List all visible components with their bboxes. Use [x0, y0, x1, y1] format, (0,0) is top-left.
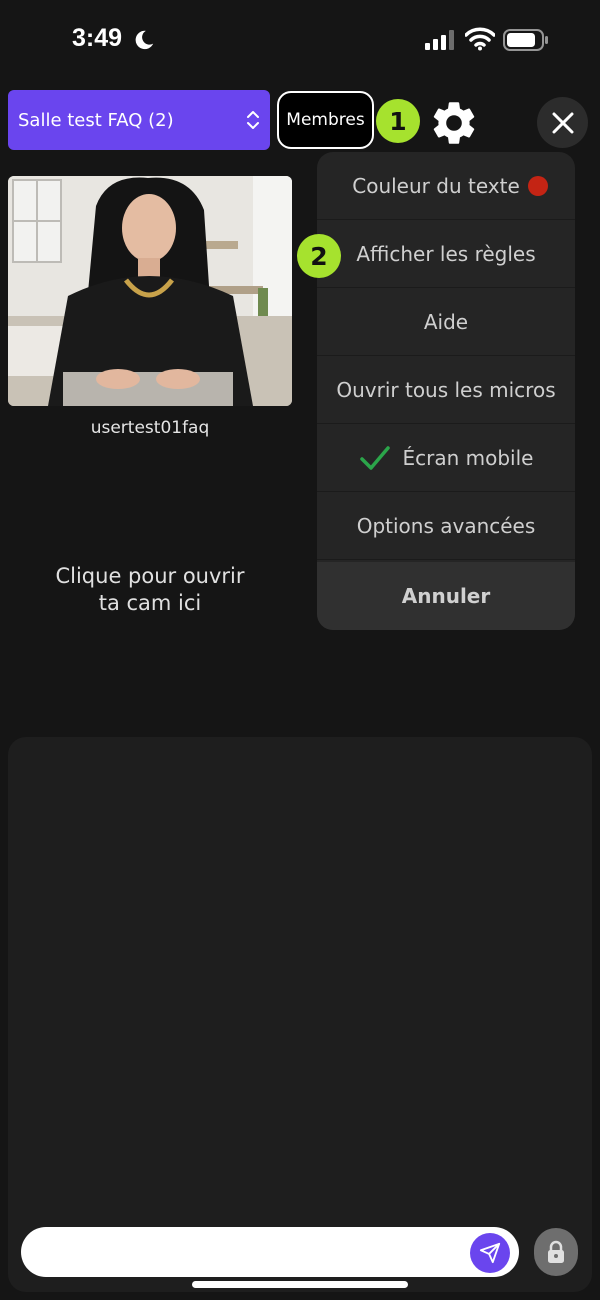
cam-prompt-line-1: Clique pour ouvrir [55, 564, 245, 588]
room-selector[interactable]: Salle test FAQ (2) [8, 90, 270, 150]
close-icon [552, 112, 573, 133]
gear-icon[interactable] [428, 97, 480, 149]
menu-item-label: Ouvrir tous les micros [336, 377, 556, 402]
menu-item-label: Écran mobile [402, 445, 534, 470]
battery-icon [503, 29, 548, 51]
cancel-button[interactable]: Annuler [317, 562, 575, 630]
home-indicator [192, 1281, 408, 1288]
menu-item-label: Afficher les règles [356, 241, 536, 266]
video-username: usertest01faq [90, 418, 210, 438]
members-button[interactable]: Membres [277, 91, 374, 149]
text-color-swatch [528, 176, 548, 196]
menu-item-advanced-options[interactable]: Options avancées [317, 492, 575, 560]
menu-item-open-all-mics[interactable]: Ouvrir tous les micros [317, 356, 575, 424]
menu-item-show-rules[interactable]: Afficher les règles [317, 220, 575, 288]
lock-button[interactable] [534, 1228, 578, 1276]
user-video-image [8, 176, 292, 406]
menu-item-text-color[interactable]: Couleur du texte [317, 152, 575, 220]
message-input[interactable] [21, 1227, 519, 1277]
settings-menu: Couleur du texte Afficher les règles Aid… [317, 152, 575, 630]
menu-item-label: Options avancées [356, 513, 536, 538]
cam-prompt-line-2: ta cam ici [98, 591, 202, 615]
step-badge-1: 1 [376, 99, 420, 143]
cellular-signal-icon [425, 30, 454, 50]
open-cam-prompt[interactable]: Clique pour ouvrir ta cam ici [10, 563, 290, 617]
close-button[interactable] [537, 97, 588, 148]
video-tile[interactable] [8, 176, 292, 406]
send-button[interactable] [470, 1233, 510, 1273]
menu-item-help[interactable]: Aide [317, 288, 575, 356]
menu-item-mobile-screen[interactable]: Écran mobile [317, 424, 575, 492]
menu-item-label: Couleur du texte [352, 173, 520, 198]
moon-icon [135, 30, 154, 50]
status-time: 3:49 [72, 24, 123, 52]
room-name: Salle test FAQ (2) [18, 109, 174, 131]
chevron-up-down-icon [247, 111, 259, 129]
checkmark-icon [359, 445, 390, 470]
menu-item-label: Aide [423, 309, 469, 334]
step-badge-2: 2 [297, 234, 341, 278]
chat-panel [8, 737, 592, 1292]
lock-icon [548, 1240, 564, 1263]
wifi-icon [465, 27, 495, 51]
send-icon [479, 1242, 501, 1264]
